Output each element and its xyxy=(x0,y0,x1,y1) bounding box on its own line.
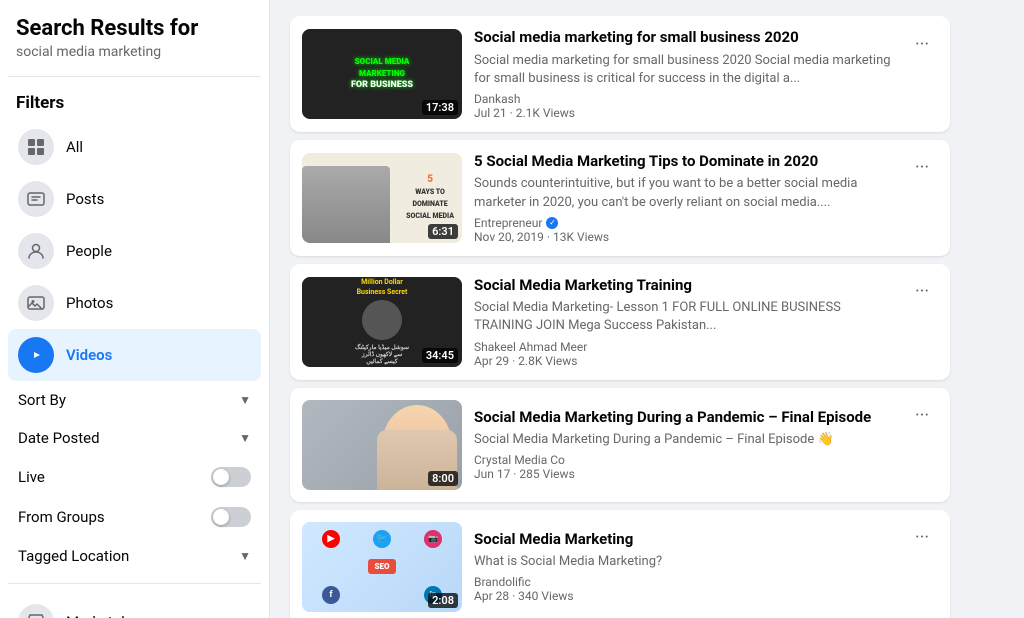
video-card[interactable]: ▶ 📷 🐦 f in SEO 2:08 Social Media Marketi… xyxy=(290,510,950,618)
filter-from-groups-label: From Groups xyxy=(18,508,105,526)
video-info: Social media marketing for small busines… xyxy=(474,28,894,120)
video-card[interactable]: 5WAYS TODOMINATESOCIAL MEDIA 6:31 5 Soci… xyxy=(290,140,950,256)
video-author: Brandolific xyxy=(474,575,531,589)
video-title: Social Media Marketing During a Pandemic… xyxy=(474,408,894,428)
sidebar-item-videos-label: Videos xyxy=(66,346,112,364)
more-options-button[interactable]: ··· xyxy=(906,522,938,554)
video-thumbnail: 8:00 xyxy=(302,400,462,490)
people-icon xyxy=(18,233,54,269)
videos-icon xyxy=(18,337,54,373)
video-author: Crystal Media Co xyxy=(474,453,565,467)
sidebar-item-marketplace-label: Marketplace xyxy=(66,613,149,618)
sidebar-item-marketplace[interactable]: Marketplace xyxy=(8,596,261,618)
sidebar-item-photos[interactable]: Photos xyxy=(8,277,261,329)
filter-sort-by-label: Sort By xyxy=(18,391,66,409)
video-stats: Nov 20, 2019 · 13K Views xyxy=(474,230,894,244)
video-date-views: Apr 28 · 340 Views xyxy=(474,589,574,603)
more-options-button[interactable]: ··· xyxy=(906,400,938,432)
sidebar-item-posts[interactable]: Posts xyxy=(8,173,261,225)
video-date-views: Apr 29 · 2.8K Views xyxy=(474,354,577,368)
video-duration: 34:45 xyxy=(422,348,458,363)
more-options-button[interactable]: ··· xyxy=(906,28,938,60)
search-subtitle: social media marketing xyxy=(8,42,261,72)
video-description: Social media marketing for small busines… xyxy=(474,52,894,88)
sidebar: Search Results for social media marketin… xyxy=(0,0,270,618)
filter-from-groups[interactable]: From Groups xyxy=(8,497,261,537)
video-duration: 6:31 xyxy=(428,224,458,239)
video-stats: Jun 17 · 285 Views xyxy=(474,467,894,481)
photos-icon xyxy=(18,285,54,321)
filters-label: Filters xyxy=(8,89,261,121)
video-stats: Apr 28 · 340 Views xyxy=(474,589,894,603)
video-date-views: Nov 20, 2019 · 13K Views xyxy=(474,230,609,244)
video-card[interactable]: Million Dollar Business Secret سوشل میڈی… xyxy=(290,264,950,380)
video-info: Social Media Marketing What is Social Me… xyxy=(474,530,894,604)
video-card[interactable]: SOCIAL MEDIAMARKETINGFOR BUSINESS 17:38 … xyxy=(290,16,950,132)
from-groups-toggle[interactable] xyxy=(211,507,251,527)
video-duration: 17:38 xyxy=(422,100,458,115)
video-info: 5 Social Media Marketing Tips to Dominat… xyxy=(474,152,894,244)
video-title: 5 Social Media Marketing Tips to Dominat… xyxy=(474,152,894,172)
more-options-button[interactable]: ··· xyxy=(906,152,938,184)
video-title: Social Media Marketing xyxy=(474,530,894,550)
sidebar-item-all[interactable]: All xyxy=(8,121,261,173)
more-options-button[interactable]: ··· xyxy=(906,276,938,308)
video-thumbnail: 5WAYS TODOMINATESOCIAL MEDIA 6:31 xyxy=(302,153,462,243)
sidebar-item-photos-label: Photos xyxy=(66,294,113,312)
sidebar-item-people[interactable]: People xyxy=(8,225,261,277)
video-info: Social Media Marketing Training Social M… xyxy=(474,276,894,368)
sidebar-item-people-label: People xyxy=(66,242,112,260)
marketplace-icon xyxy=(18,604,54,618)
video-stats: Jul 21 · 2.1K Views xyxy=(474,106,894,120)
video-description: Social Media Marketing- Lesson 1 FOR FUL… xyxy=(474,299,894,335)
video-thumbnail: Million Dollar Business Secret سوشل میڈی… xyxy=(302,277,462,367)
search-title: Search Results for xyxy=(8,16,261,42)
filter-date-posted[interactable]: Date Posted ▼ xyxy=(8,419,261,457)
video-thumbnail: ▶ 📷 🐦 f in SEO 2:08 xyxy=(302,522,462,612)
video-title: Social Media Marketing Training xyxy=(474,276,894,296)
filter-live[interactable]: Live xyxy=(8,457,261,497)
chevron-down-icon: ▼ xyxy=(239,549,251,563)
posts-icon xyxy=(18,181,54,217)
chevron-down-icon: ▼ xyxy=(239,431,251,445)
video-duration: 8:00 xyxy=(428,471,458,486)
sidebar-item-posts-label: Posts xyxy=(66,190,104,208)
live-toggle[interactable] xyxy=(211,467,251,487)
filter-tagged-location-label: Tagged Location xyxy=(18,547,129,565)
video-meta: Shakeel Ahmad Meer xyxy=(474,340,894,354)
filter-tagged-location[interactable]: Tagged Location ▼ xyxy=(8,537,261,575)
video-meta: Brandolific xyxy=(474,575,894,589)
filter-sort-by[interactable]: Sort By ▼ xyxy=(8,381,261,419)
filter-live-label: Live xyxy=(18,468,45,486)
video-info: Social Media Marketing During a Pandemic… xyxy=(474,408,894,482)
video-meta: Entrepreneur ✓ xyxy=(474,216,894,230)
chevron-down-icon: ▼ xyxy=(239,393,251,407)
main-content: SOCIAL MEDIAMARKETINGFOR BUSINESS 17:38 … xyxy=(270,0,1024,618)
video-meta: Crystal Media Co xyxy=(474,453,894,467)
video-description: Sounds counterintuitive, but if you want… xyxy=(474,175,894,211)
video-description: What is Social Media Marketing? xyxy=(474,553,894,571)
results-list: SOCIAL MEDIAMARKETINGFOR BUSINESS 17:38 … xyxy=(290,16,950,618)
video-date-views: Jul 21 · 2.1K Views xyxy=(474,106,575,120)
video-author: Entrepreneur xyxy=(474,216,542,230)
video-title: Social media marketing for small busines… xyxy=(474,28,894,48)
video-description: Social Media Marketing During a Pandemic… xyxy=(474,431,894,449)
sidebar-item-all-label: All xyxy=(66,138,83,156)
video-author: Shakeel Ahmad Meer xyxy=(474,340,587,354)
verified-badge: ✓ xyxy=(546,217,558,229)
video-author: Dankash xyxy=(474,92,520,106)
video-meta: Dankash xyxy=(474,92,894,106)
video-thumbnail: SOCIAL MEDIAMARKETINGFOR BUSINESS 17:38 xyxy=(302,29,462,119)
video-stats: Apr 29 · 2.8K Views xyxy=(474,354,894,368)
video-duration: 2:08 xyxy=(428,593,458,608)
video-date-views: Jun 17 · 285 Views xyxy=(474,467,575,481)
all-icon xyxy=(18,129,54,165)
filter-date-posted-label: Date Posted xyxy=(18,429,100,447)
sidebar-item-videos[interactable]: Videos xyxy=(8,329,261,381)
video-card[interactable]: 8:00 Social Media Marketing During a Pan… xyxy=(290,388,950,502)
